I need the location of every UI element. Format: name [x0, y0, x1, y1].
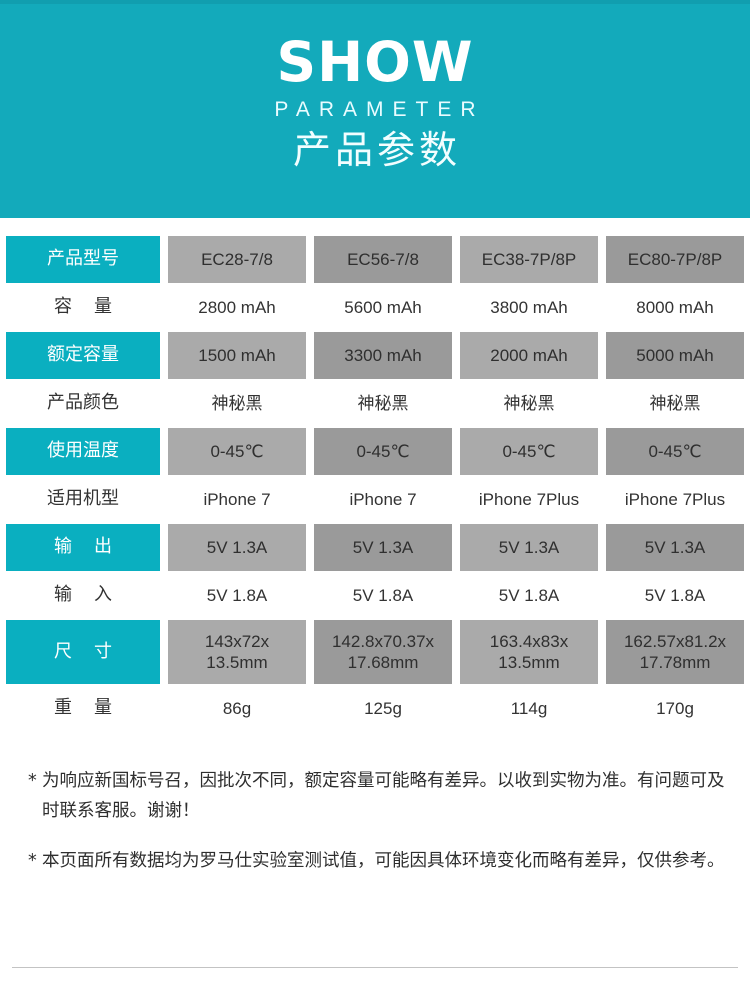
- table-cell: 神秘黑: [649, 393, 701, 413]
- asterisk-marker: *: [28, 851, 37, 871]
- banner-text-group: SHOW PARAMETER 产品参数: [0, 32, 750, 174]
- footnote-2: * 本页面所有数据均为罗马仕实验室测试值，可能因具体环境变化而略有差异，仅供参考。: [28, 846, 732, 876]
- table-cell: iPhone 7Plus: [624, 489, 726, 509]
- asterisk-marker: *: [28, 771, 37, 791]
- table-cell: 2000 mAh: [460, 332, 598, 379]
- table-cell: 5600 mAh: [344, 297, 422, 317]
- table-cell: 163.4x83x 13.5mm: [460, 620, 598, 684]
- table-cell: 5V 1.8A: [644, 585, 706, 605]
- row-label: 额定容量: [6, 332, 160, 379]
- table-cell: iPhone 7Plus: [478, 489, 580, 509]
- table-cell: 神秘黑: [211, 393, 263, 413]
- table-cell: 5V 1.8A: [352, 585, 414, 605]
- table-row: 输出 5V 1.3A 5V 1.3A 5V 1.3A 5V 1.3A: [6, 524, 744, 571]
- row-label: 适用机型: [47, 488, 119, 510]
- row-label: 重量: [54, 697, 112, 719]
- table-cell: 3300 mAh: [314, 332, 452, 379]
- table-cell: 5000 mAh: [606, 332, 744, 379]
- table-cell: 1500 mAh: [168, 332, 306, 379]
- table-cell: 142.8x70.37x 17.68mm: [314, 620, 452, 684]
- table-row: 容量 2800 mAh 5600 mAh 3800 mAh 8000 mAh: [6, 284, 744, 331]
- table-cell: 神秘黑: [503, 393, 555, 413]
- table-cell: 神秘黑: [357, 393, 409, 413]
- banner-title-cn: 产品参数: [292, 128, 461, 172]
- page-banner: SHOW PARAMETER 产品参数: [0, 0, 750, 218]
- table-row: 产品颜色 神秘黑 神秘黑 神秘黑 神秘黑: [6, 380, 744, 427]
- bottom-divider: [12, 967, 738, 968]
- table-cell: 125g: [364, 698, 402, 718]
- table-cell: 3800 mAh: [490, 297, 568, 317]
- row-label: 输入: [54, 584, 112, 606]
- footnote-1-text: 为响应新国标号召，因批次不同，额定容量可能略有差异。以收到实物为准。有问题可及时…: [42, 771, 725, 821]
- footnote-1: * 为响应新国标号召，因批次不同，额定容量可能略有差异。以收到实物为准。有问题可及…: [28, 766, 732, 826]
- table-cell: 5V 1.3A: [606, 524, 744, 571]
- banner-title-en: SHOW: [276, 30, 474, 94]
- footnote-2-text: 本页面所有数据均为罗马仕实验室测试值，可能因具体环境变化而略有差异，仅供参考。: [42, 851, 725, 871]
- footnotes: * 为响应新国标号召，因批次不同，额定容量可能略有差异。以收到实物为准。有问题可及…: [0, 766, 750, 876]
- table-cell: 5V 1.8A: [498, 585, 560, 605]
- table-cell: EC38-7P/8P: [460, 236, 598, 283]
- row-label: 输出: [6, 524, 160, 571]
- table-cell: iPhone 7: [203, 489, 271, 509]
- table-cell: 0-45℃: [606, 428, 744, 475]
- table-cell: iPhone 7: [349, 489, 417, 509]
- table-cell: 5V 1.3A: [314, 524, 452, 571]
- table-cell: 86g: [222, 698, 252, 718]
- table-row: 适用机型 iPhone 7 iPhone 7 iPhone 7Plus iPho…: [6, 476, 744, 523]
- table-cell: 0-45℃: [314, 428, 452, 475]
- table-cell: 170g: [656, 698, 694, 718]
- table-cell: EC80-7P/8P: [606, 236, 744, 283]
- banner-top-band: [0, 0, 750, 4]
- table-cell: 5V 1.8A: [206, 585, 268, 605]
- table-cell: 143x72x 13.5mm: [168, 620, 306, 684]
- table-cell: 5V 1.3A: [460, 524, 598, 571]
- banner-subtitle-en: PARAMETER: [274, 98, 485, 121]
- row-label: 产品颜色: [47, 392, 119, 414]
- table-cell: 0-45℃: [168, 428, 306, 475]
- table-row: 重量 86g 125g 114g 170g: [6, 685, 744, 732]
- table-cell: 114g: [510, 698, 548, 718]
- table-row: 产品型号 EC28-7/8 EC56-7/8 EC38-7P/8P EC80-7…: [6, 236, 744, 283]
- table-cell: 0-45℃: [460, 428, 598, 475]
- row-label: 产品型号: [6, 236, 160, 283]
- table-row: 尺寸 143x72x 13.5mm 142.8x70.37x 17.68mm 163…: [6, 620, 744, 684]
- spec-table: 产品型号 EC28-7/8 EC56-7/8 EC38-7P/8P EC80-7…: [0, 218, 750, 732]
- row-label: 使用温度: [6, 428, 160, 475]
- table-cell: 162.57x81.2x 17.78mm: [606, 620, 744, 684]
- row-label: 尺寸: [6, 620, 160, 684]
- row-label: 容量: [54, 296, 112, 318]
- table-row: 使用温度 0-45℃ 0-45℃ 0-45℃ 0-45℃: [6, 428, 744, 475]
- table-cell: 2800 mAh: [198, 297, 276, 317]
- table-row: 输入 5V 1.8A 5V 1.8A 5V 1.8A 5V 1.8A: [6, 572, 744, 619]
- table-cell: EC28-7/8: [168, 236, 306, 283]
- table-cell: 8000 mAh: [636, 297, 714, 317]
- table-cell: EC56-7/8: [314, 236, 452, 283]
- table-row: 额定容量 1500 mAh 3300 mAh 2000 mAh 5000 mAh: [6, 332, 744, 379]
- table-cell: 5V 1.3A: [168, 524, 306, 571]
